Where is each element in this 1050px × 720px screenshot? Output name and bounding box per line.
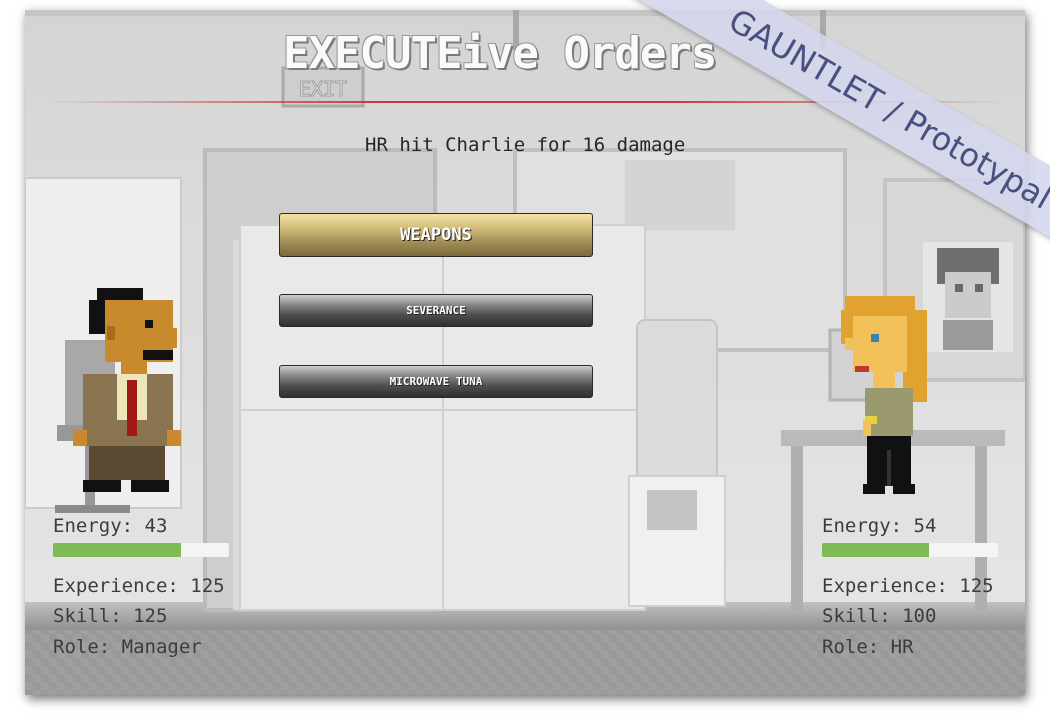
enemy-energy-bar bbox=[822, 543, 998, 557]
enemy-energy-label: Energy: 54 bbox=[822, 515, 937, 537]
weapons-button[interactable]: WEAPONS bbox=[279, 213, 593, 257]
player-energy-bar-fill bbox=[53, 543, 182, 557]
player-skill-label: Skill: 125 bbox=[53, 605, 168, 627]
game-title: EXECUTEive Orders bbox=[283, 28, 717, 79]
battle-hud: EXECUTEive Orders HR hit Charlie for 16 … bbox=[25, 10, 1025, 695]
microwave-tuna-option-button[interactable]: MICROWAVE TUNA bbox=[279, 365, 593, 398]
enemy-energy-bar-fill bbox=[822, 543, 930, 557]
enemy-experience-label: Experience: 125 bbox=[822, 575, 994, 597]
player-energy-bar bbox=[53, 543, 229, 557]
game-screen: EXIT bbox=[25, 10, 1025, 695]
player-experience-label: Experience: 125 bbox=[53, 575, 225, 597]
player-energy-label: Energy: 43 bbox=[53, 515, 168, 537]
title-divider bbox=[45, 101, 1005, 103]
player-stats-panel: Energy: 43 Experience: 125 Skill: 125 Ro… bbox=[53, 515, 273, 675]
battle-status-message: HR hit Charlie for 16 damage bbox=[365, 134, 686, 156]
severance-option-button[interactable]: SEVERANCE bbox=[279, 294, 593, 327]
enemy-skill-label: Skill: 100 bbox=[822, 605, 937, 627]
player-role-label: Role: Manager bbox=[53, 636, 202, 658]
enemy-role-label: Role: HR bbox=[822, 636, 914, 658]
enemy-stats-panel: Energy: 54 Experience: 125 Skill: 100 Ro… bbox=[822, 515, 1022, 675]
